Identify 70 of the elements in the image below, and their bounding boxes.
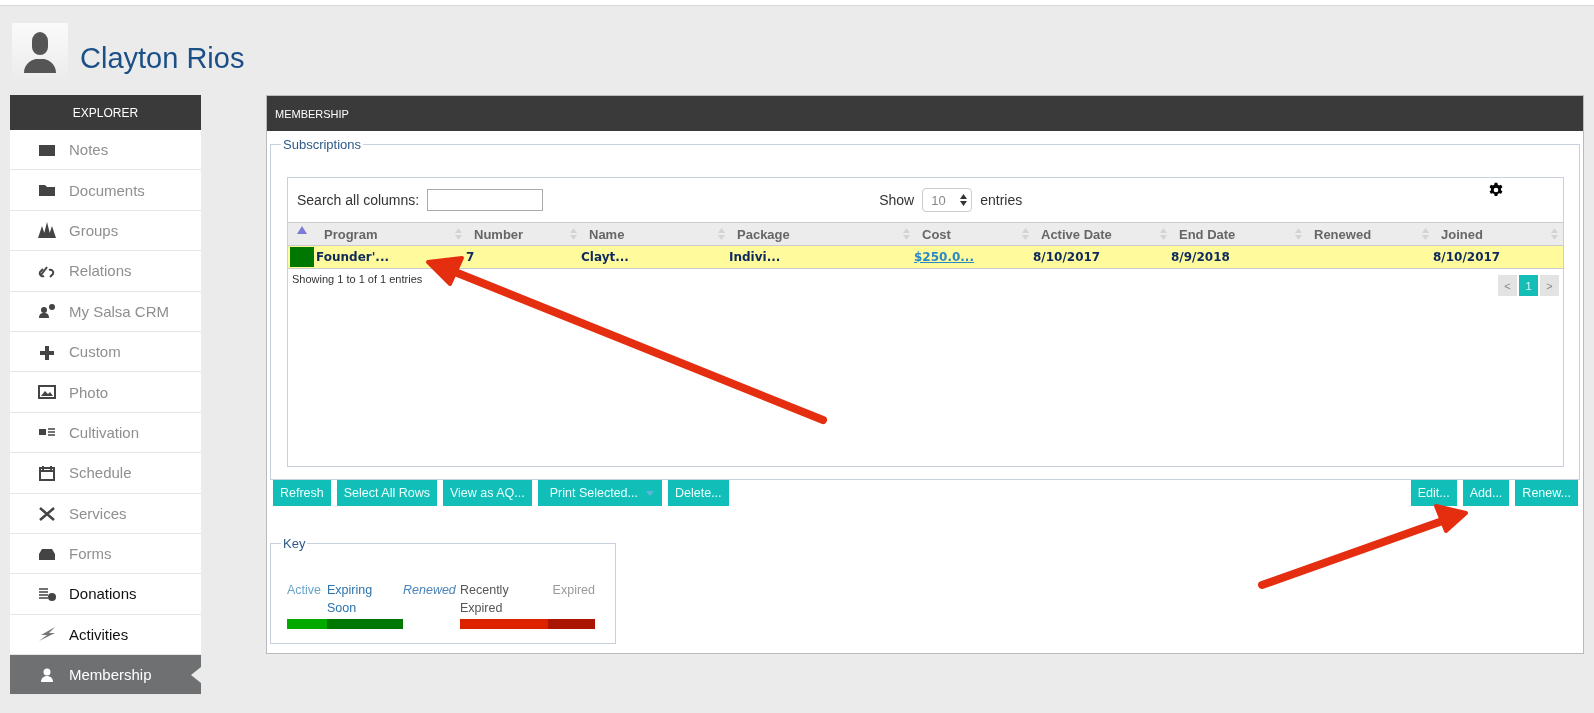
action-button[interactable]: Delete...: [668, 480, 729, 506]
pagination-button[interactable]: <: [1498, 275, 1517, 296]
menu-item-icon: [37, 222, 57, 239]
legend-label: Recently Expired: [460, 582, 510, 617]
sort-icon: [718, 228, 725, 240]
column-header[interactable]: Program: [316, 223, 466, 245]
legend-label: Active: [287, 582, 323, 599]
sort-icon: [1160, 228, 1167, 240]
column-header[interactable]: Joined: [1433, 223, 1562, 245]
show-label: Show: [879, 192, 915, 208]
sort-icon: [1295, 228, 1302, 240]
menu-item-icon: [37, 464, 57, 481]
pagination-button[interactable]: 1: [1519, 275, 1538, 296]
cost-link[interactable]: $250.0...: [914, 250, 974, 264]
action-button[interactable]: Select All Rows: [336, 480, 437, 506]
column-header[interactable]: Renewed: [1306, 223, 1433, 245]
selection-pointer: [191, 667, 201, 684]
menu-item-icon: [37, 182, 57, 199]
table-cell: 8/10/2017: [1033, 250, 1101, 264]
action-button[interactable]: Renew...: [1515, 480, 1578, 506]
spinner-icon: [960, 194, 968, 206]
sort-ascending-icon[interactable]: [297, 226, 307, 234]
menu-item-icon: [37, 303, 57, 320]
column-header[interactable]: Number: [466, 223, 581, 245]
sort-icon: [903, 228, 910, 240]
profile-name: Clayton Rios: [80, 42, 245, 75]
table-row[interactable]: Founder'... 7 Clayt... Indivi... $250.0... 8/10/2017 8/9/2018 8/10/2017: [288, 245, 1563, 269]
column-header[interactable]: Active Date: [1033, 223, 1171, 245]
action-button[interactable]: Add...: [1462, 480, 1510, 506]
entries-label: entries: [980, 192, 1023, 208]
sidebar-title: EXPLORER: [10, 95, 201, 130]
menu-item-icon: [37, 384, 57, 401]
legend-label: Expired: [551, 582, 595, 599]
menu-item-icon: [37, 586, 57, 602]
table-cell: 8/9/2018: [1171, 250, 1230, 264]
column-header[interactable]: Package: [729, 223, 914, 245]
table-info: Showing 1 to 1 of 1 entries: [292, 273, 423, 287]
sort-icon: [570, 228, 577, 240]
table-cell: 8/10/2017: [1433, 250, 1501, 264]
column-header[interactable]: Cost: [914, 223, 1033, 245]
caret-icon: [646, 490, 654, 496]
section-legend: Subscriptions: [281, 137, 364, 152]
action-button[interactable]: Refresh: [273, 480, 331, 506]
table-cell: Indivi...: [729, 250, 781, 264]
settings-icon[interactable]: [1488, 182, 1505, 198]
action-button[interactable]: Print Selected...: [537, 480, 662, 506]
action-button[interactable]: Edit...: [1410, 480, 1457, 506]
table-cell: 7: [466, 250, 475, 264]
page-size-select[interactable]: 10: [922, 188, 973, 212]
action-button[interactable]: View as AQ...: [442, 480, 532, 506]
search-label: Search all columns:: [297, 192, 420, 208]
table-cell: Founder'...: [316, 250, 390, 264]
column-header[interactable]: End Date: [1171, 223, 1306, 245]
legend-label: Renewed: [403, 582, 457, 599]
panel-title: MEMBERSHIP: [275, 107, 349, 120]
section-legend: Key: [281, 536, 308, 551]
legend-label: Expiring Soon: [327, 582, 374, 617]
menu-item-icon: [37, 505, 57, 522]
sort-icon: [1022, 228, 1029, 240]
sort-icon: [1422, 228, 1429, 240]
sort-icon: [455, 228, 462, 240]
menu-item-icon: [37, 343, 57, 360]
column-header[interactable]: Name: [581, 223, 729, 245]
table-cell: Clayt...: [581, 250, 629, 264]
sidebar-item[interactable]: Donations: [10, 574, 201, 615]
sidebar-item[interactable]: Activities: [10, 614, 201, 656]
sidebar-item[interactable]: Membership: [10, 655, 201, 696]
pagination-button[interactable]: >: [1540, 275, 1559, 296]
search-field[interactable]: [427, 189, 544, 211]
sort-icon: [1551, 228, 1558, 240]
